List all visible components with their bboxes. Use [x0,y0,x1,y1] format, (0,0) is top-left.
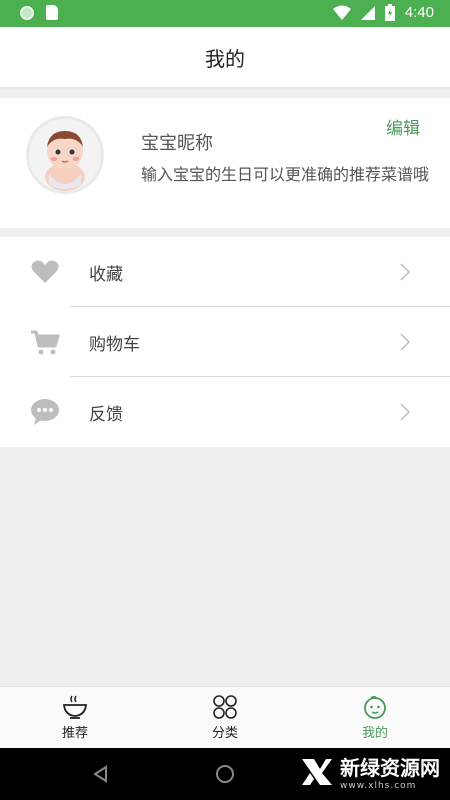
menu-list: 收藏 购物车 反馈 [0,237,450,447]
baby-avatar[interactable] [26,116,104,194]
baby-face-icon [364,695,386,719]
chevron-right-icon [400,333,411,351]
baby-avatar-illustration [45,131,85,191]
notification-dot-icon [20,5,34,20]
nav-tab-mine[interactable]: 我的 [300,687,450,748]
back-icon[interactable] [92,765,110,783]
cart-icon [31,330,60,355]
bowl-icon [63,695,87,719]
chevron-right-icon [400,403,411,421]
sd-card-icon [46,5,58,20]
menu-item-cart[interactable]: 购物车 [0,307,450,377]
profile-card[interactable]: 宝宝昵称 编辑 输入宝宝的生日可以更准确的推荐菜谱哦 [0,98,450,228]
grid-icon [213,695,237,719]
menu-item-label: 反馈 [89,404,123,425]
watermark: 新绿资源网 www.xlhs.com [300,752,440,791]
battery-icon [384,4,395,21]
status-bar: 4:40 [0,0,450,27]
signal-icon [360,5,375,20]
wifi-icon [332,5,351,20]
watermark-subtitle: www.xlhs.com [340,781,417,791]
menu-item-label: 购物车 [89,334,140,355]
system-nav-bar: 新绿资源网 www.xlhs.com [0,748,450,800]
title-bar: 我的 [0,27,450,87]
watermark-title: 新绿资源网 [340,756,440,780]
menu-item-feedback[interactable]: 反馈 [0,377,450,447]
home-icon[interactable] [216,765,234,783]
nav-tab-recommend[interactable]: 推荐 [0,687,150,748]
heart-icon [31,260,59,283]
baby-nickname[interactable]: 宝宝昵称 [141,129,213,155]
chevron-right-icon [400,263,411,281]
nav-tab-category[interactable]: 分类 [150,687,300,748]
menu-item-favorites[interactable]: 收藏 [0,237,450,307]
page-title: 我的 [205,46,245,71]
nav-label: 我的 [361,726,388,741]
menu-item-label: 收藏 [89,264,123,285]
edit-button[interactable]: 编辑 [386,114,420,139]
nav-label: 分类 [211,726,238,741]
bottom-nav: 推荐 分类 我的 [0,686,450,748]
chat-bubble-icon [31,399,59,425]
watermark-logo-icon [302,758,332,785]
status-time: 4:40 [404,4,434,21]
birthday-hint[interactable]: 输入宝宝的生日可以更准确的推荐菜谱哦 [141,164,431,186]
nav-label: 推荐 [61,726,88,741]
